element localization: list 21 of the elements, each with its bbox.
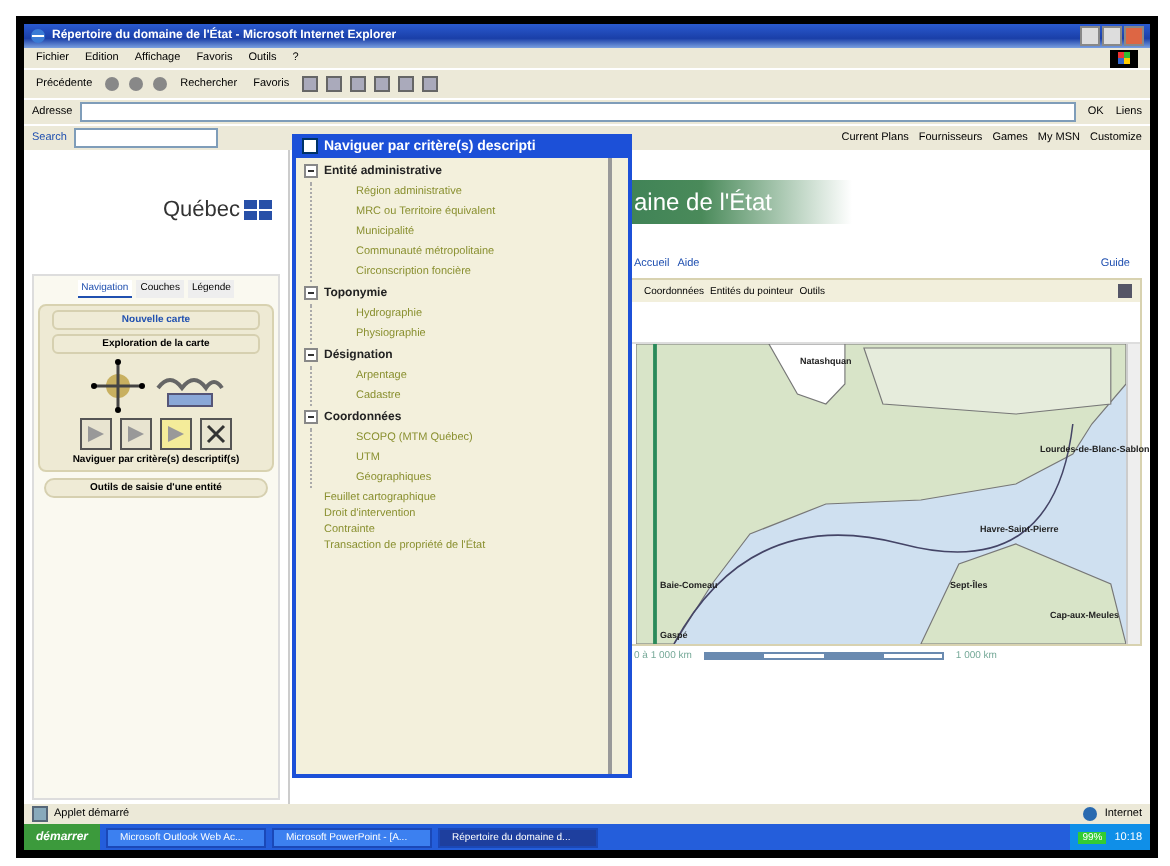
clear-icon bbox=[200, 418, 232, 450]
address-field[interactable] bbox=[80, 102, 1076, 122]
collapse-icon[interactable] bbox=[304, 286, 318, 300]
page-icon bbox=[32, 806, 48, 822]
highlight-tool-icon bbox=[160, 418, 192, 450]
compass-icon bbox=[88, 358, 148, 414]
globe-icon bbox=[1082, 806, 1099, 822]
minimize-button[interactable] bbox=[1080, 26, 1100, 46]
maximize-button[interactable] bbox=[1102, 26, 1122, 46]
collapse-icon[interactable] bbox=[304, 164, 318, 178]
edit-tool-icon bbox=[120, 418, 152, 450]
search-field[interactable] bbox=[74, 128, 219, 148]
logo-text: Québec bbox=[162, 198, 240, 222]
collapse-icon[interactable] bbox=[304, 348, 318, 362]
windows-logo-icon bbox=[1110, 49, 1138, 67]
collapse-icon[interactable] bbox=[304, 410, 318, 424]
flag-icon bbox=[244, 200, 272, 220]
scale-bar-icon bbox=[703, 652, 944, 660]
select-tool-icon bbox=[80, 418, 112, 450]
grid-icon bbox=[1118, 284, 1132, 298]
window-icon bbox=[302, 138, 318, 154]
